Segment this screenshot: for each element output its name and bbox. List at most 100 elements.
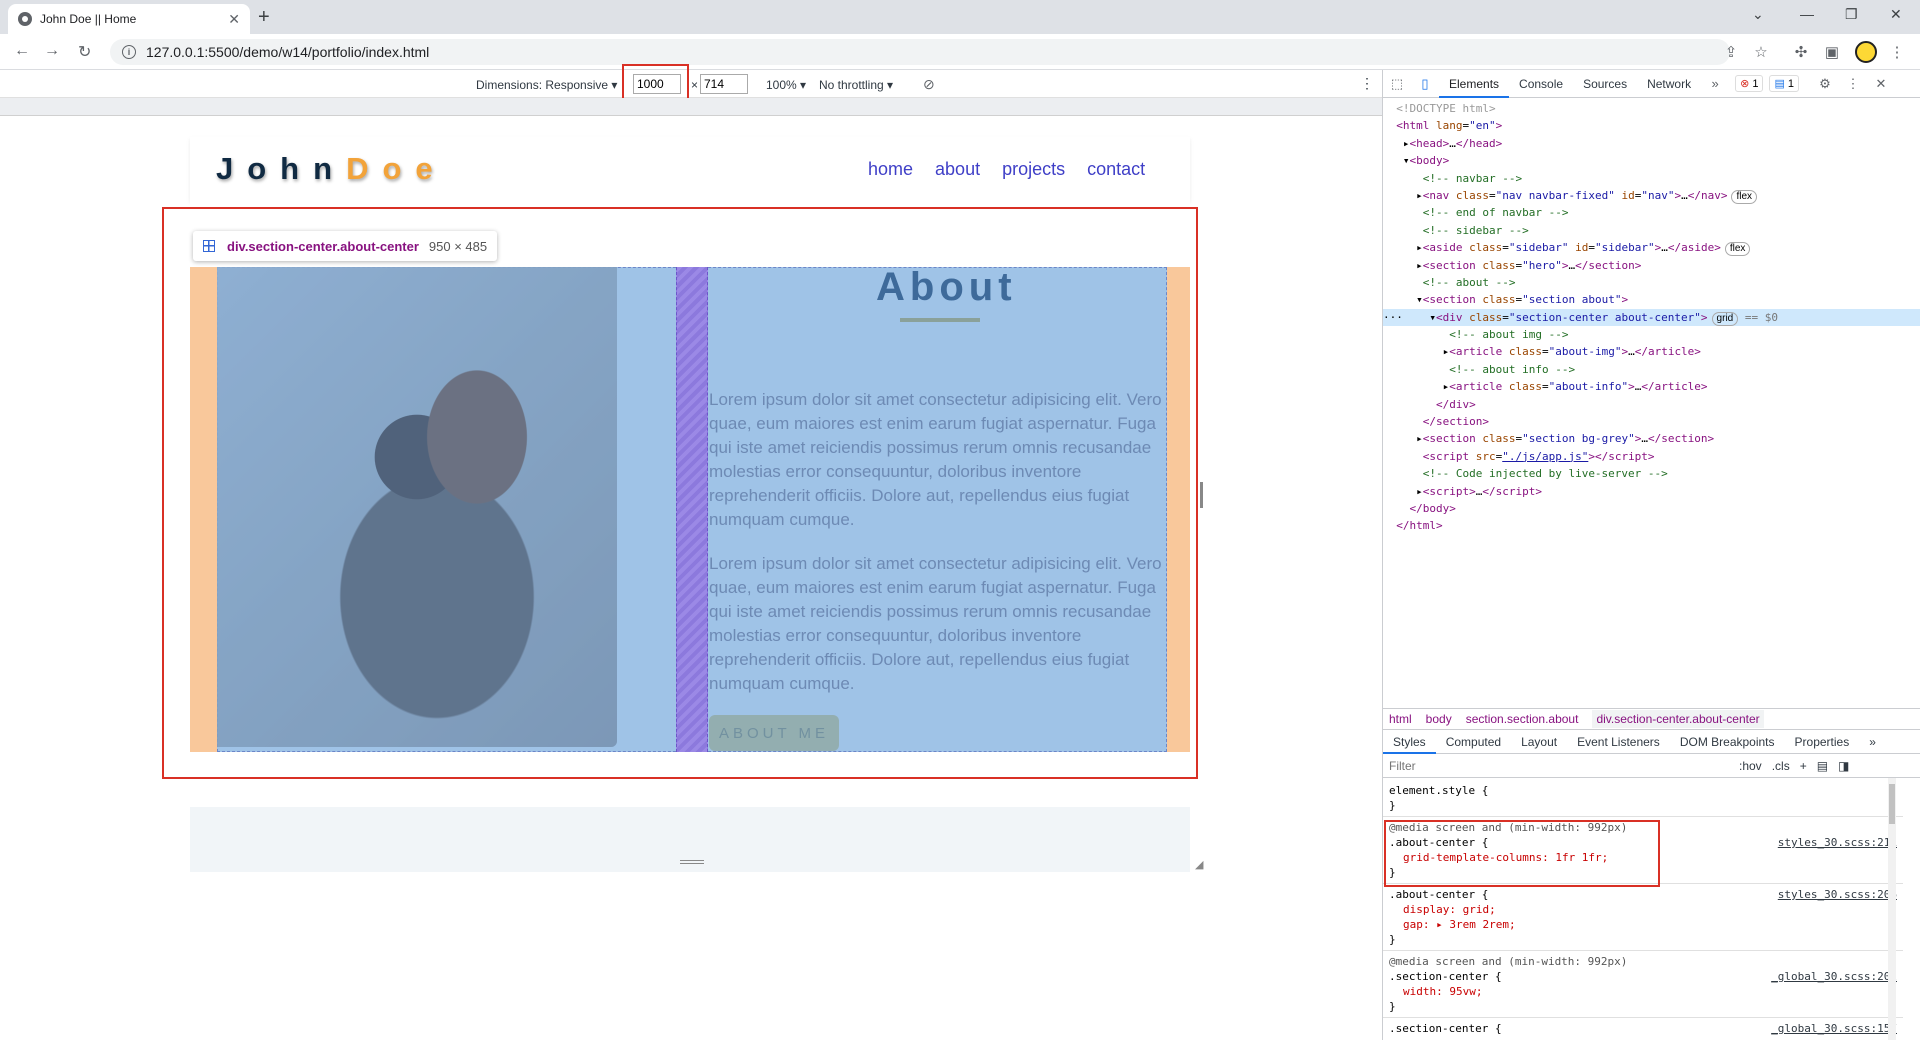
dom-line[interactable]: <!-- about --> <box>1383 274 1920 291</box>
tab-search-icon[interactable]: ⌄ <box>1752 6 1764 23</box>
tab-network[interactable]: Network <box>1637 70 1701 98</box>
url-field[interactable]: i 127.0.0.1:5500/demo/w14/portfolio/inde… <box>110 39 1730 65</box>
minimize-icon[interactable]: — <box>1800 6 1814 22</box>
hov-toggle[interactable]: :hov <box>1739 759 1762 773</box>
dom-line[interactable]: ▸<section class="hero">…</section> <box>1383 257 1920 274</box>
share-icon[interactable]: ⇪ <box>1722 43 1740 61</box>
back-icon[interactable]: ← <box>14 42 30 60</box>
rule-property[interactable]: gap: ▸ 3rem 2rem; <box>1389 917 1897 932</box>
dom-line[interactable]: ▸<article class="about-img">…</article> <box>1383 343 1920 360</box>
dom-line[interactable]: ▸<script>…</script> <box>1383 483 1920 500</box>
crumb-body[interactable]: body <box>1426 712 1452 726</box>
rule-source-link[interactable]: styles_30.scss:206 <box>1778 887 1897 902</box>
dom-line[interactable]: </div> <box>1383 396 1920 413</box>
right-resize-handle[interactable] <box>1200 482 1203 508</box>
throttle-select[interactable]: No throttling ▾ <box>819 78 893 92</box>
dom-line[interactable]: </section> <box>1383 413 1920 430</box>
logo[interactable]: JohnDoe <box>216 151 447 187</box>
dom-line[interactable]: ▸<aside class="sidebar" id="sidebar">…</… <box>1383 239 1920 257</box>
corner-resize-icon[interactable]: ◢ <box>1195 858 1203 871</box>
bottom-resize-handle[interactable] <box>680 860 704 864</box>
tab-elements[interactable]: Elements <box>1439 70 1510 98</box>
message-badge[interactable]: ▤ 1 <box>1769 75 1799 92</box>
tab-computed[interactable]: Computed <box>1436 730 1511 754</box>
menu-icon[interactable]: ⋮ <box>1888 43 1906 61</box>
dom-line[interactable]: <!DOCTYPE html> <box>1383 100 1920 117</box>
rule-source-link[interactable]: styles_30.scss:211 <box>1778 835 1897 850</box>
dom-line[interactable]: <script src="./js/app.js"></script> <box>1383 448 1920 465</box>
restore-icon[interactable]: ❐ <box>1845 6 1858 23</box>
dom-line[interactable]: ▾<section class="section about"> <box>1383 291 1920 308</box>
close-icon[interactable]: ✕ <box>1873 76 1889 92</box>
dom-line[interactable]: ▸<head>…</head> <box>1383 135 1920 152</box>
dom-line[interactable]: ▸<nav class="nav navbar-fixed" id="nav">… <box>1383 187 1920 204</box>
tab-layout[interactable]: Layout <box>1511 730 1567 754</box>
rule-source-link[interactable]: _global_30.scss:202 <box>1771 969 1897 984</box>
tab-event-listeners[interactable]: Event Listeners <box>1567 730 1670 754</box>
inspect-icon[interactable]: ⬚ <box>1389 76 1405 92</box>
dom-line[interactable]: <!-- navbar --> <box>1383 170 1920 187</box>
bookmark-star-icon[interactable]: ☆ <box>1752 43 1770 61</box>
error-badge[interactable]: ⊗ 1 <box>1735 75 1764 92</box>
dom-line[interactable]: <!-- Code injected by live-server --> <box>1383 465 1920 482</box>
viewport-height-input[interactable] <box>700 74 748 94</box>
dom-line[interactable]: ▾<body> <box>1383 152 1920 169</box>
more-options-icon[interactable]: ⋮ <box>1360 75 1374 92</box>
dom-line[interactable]: <!-- end of navbar --> <box>1383 204 1920 221</box>
cls-toggle[interactable]: .cls <box>1772 759 1790 773</box>
dom-line-selected[interactable]: ··· ▾<div class="section-center about-ce… <box>1383 308 1920 327</box>
rule-selector[interactable]: element.style { <box>1389 783 1897 798</box>
new-rule-icon[interactable]: + <box>1800 759 1807 773</box>
section-highlight-box <box>162 207 1198 779</box>
side-panel-icon[interactable]: ▣ <box>1823 43 1841 61</box>
styles-scrollbar[interactable] <box>1888 778 1896 1040</box>
scrollbar-thumb[interactable] <box>1889 784 1895 824</box>
crumb-html[interactable]: html <box>1389 712 1412 726</box>
tab-console[interactable]: Console <box>1509 70 1573 98</box>
kebab-icon[interactable]: ⋮ <box>1845 76 1861 92</box>
new-tab-icon[interactable]: + <box>258 6 270 29</box>
rule-media: @media screen and (min-width: 992px) <box>1389 955 1628 968</box>
tab-styles[interactable]: Styles <box>1383 730 1436 754</box>
styles-filter-input[interactable] <box>1389 758 1729 773</box>
more-tabs-icon[interactable]: » <box>1707 76 1723 92</box>
crumb-div[interactable]: div.section-center.about-center <box>1592 710 1764 728</box>
paint-icon[interactable]: ▤ <box>1817 759 1828 773</box>
browser-tab[interactable]: John Doe || Home ✕ <box>8 4 250 34</box>
sidebar-toggle-icon[interactable]: ◨ <box>1838 759 1849 773</box>
tab-sources[interactable]: Sources <box>1573 70 1637 98</box>
dom-line[interactable]: <html lang="en"> <box>1383 117 1920 134</box>
crumb-section[interactable]: section.section.about <box>1466 712 1579 726</box>
dom-line[interactable]: <!-- about info --> <box>1383 361 1920 378</box>
dom-line[interactable]: </body> <box>1383 500 1920 517</box>
rule-property[interactable]: display: grid; <box>1389 902 1897 917</box>
forward-icon[interactable]: → <box>44 42 60 60</box>
reload-icon[interactable]: ↻ <box>78 42 91 62</box>
extensions-icon[interactable]: ✣ <box>1792 43 1810 61</box>
more-subtabs-icon[interactable]: » <box>1859 730 1886 754</box>
tab-dom-breakpoints[interactable]: DOM Breakpoints <box>1670 730 1785 754</box>
url-text: 127.0.0.1:5500/demo/w14/portfolio/index.… <box>146 44 430 60</box>
dom-line[interactable]: ▸<section class="section bg-grey">…</sec… <box>1383 430 1920 447</box>
rule-source-link[interactable]: _global_30.scss:157 <box>1771 1021 1897 1036</box>
nav-link-home[interactable]: home <box>868 159 913 180</box>
dom-line[interactable]: <!-- sidebar --> <box>1383 222 1920 239</box>
rotate-icon[interactable]: ⊘ <box>923 76 935 93</box>
zoom-select[interactable]: 100% ▾ <box>766 78 806 92</box>
avatar[interactable] <box>1855 41 1877 63</box>
device-toggle-icon[interactable]: ▯ <box>1417 76 1433 92</box>
nav-link-projects[interactable]: projects <box>1002 159 1065 180</box>
close-icon[interactable]: ✕ <box>228 11 240 28</box>
devtools-tabbar: ⬚ ▯ Elements Console Sources Network » ⊗… <box>1383 70 1920 98</box>
dimensions-select[interactable]: Dimensions: Responsive ▾ <box>476 78 617 92</box>
dom-line[interactable]: </html> <box>1383 517 1920 534</box>
dom-line[interactable]: ▸<article class="about-info">…</article> <box>1383 378 1920 395</box>
gear-icon[interactable]: ⚙ <box>1817 76 1833 92</box>
nav-link-about[interactable]: about <box>935 159 980 180</box>
dom-line[interactable]: <!-- about img --> <box>1383 326 1920 343</box>
nav-link-contact[interactable]: contact <box>1087 159 1145 180</box>
close-window-icon[interactable]: ✕ <box>1890 6 1902 23</box>
info-icon[interactable]: i <box>122 45 136 59</box>
rule-property[interactable]: width: 95vw; <box>1389 984 1897 999</box>
tab-properties[interactable]: Properties <box>1785 730 1860 754</box>
